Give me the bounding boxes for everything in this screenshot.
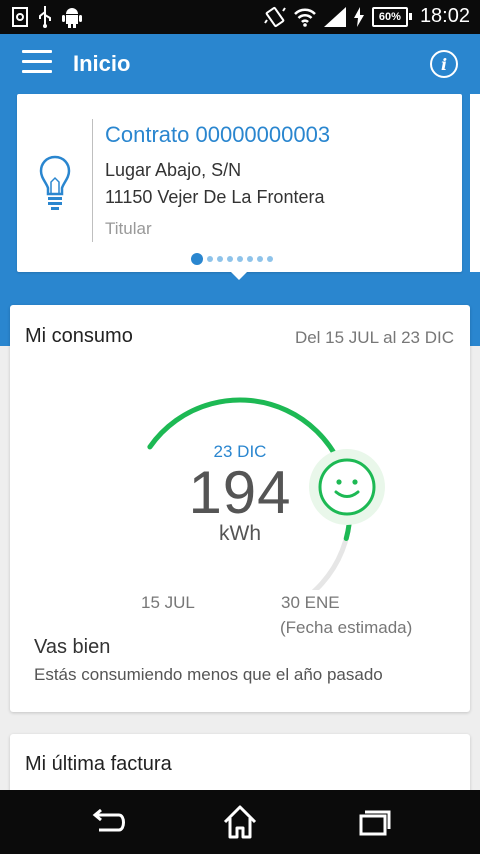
gauge-start-label: 15 JUL — [141, 593, 195, 612]
info-icon[interactable]: i — [430, 50, 458, 78]
wifi-icon — [294, 8, 316, 27]
home-icon[interactable] — [215, 802, 265, 842]
consumption-status-text: Estás consumiendo menos que el año pasad… — [34, 665, 383, 684]
card-divider — [92, 119, 93, 242]
pager-dot[interactable] — [267, 256, 273, 262]
pager-dot[interactable] — [191, 253, 203, 265]
invoice-title[interactable]: Mi última factura — [25, 753, 172, 776]
consumption-title: Mi consumo — [25, 325, 133, 347]
screenshot-icon — [12, 7, 28, 27]
pager-dot[interactable] — [237, 256, 243, 262]
pager-dot[interactable] — [207, 256, 213, 262]
page-title: Inicio — [73, 51, 131, 76]
pager-dot[interactable] — [247, 256, 253, 262]
signal-icon — [323, 6, 346, 27]
contract-title[interactable]: Contrato 00000000003 — [105, 122, 330, 148]
status-bar-left-icons — [12, 6, 82, 28]
contract-pager[interactable] — [191, 253, 273, 265]
recent-apps-icon[interactable] — [348, 802, 398, 842]
status-bar-right-icons: 60% 18:02 — [264, 5, 470, 28]
next-contract-card-edge[interactable] — [470, 94, 480, 272]
gauge-value: 194 — [188, 459, 292, 526]
usb-icon — [39, 6, 51, 28]
contract-address-line2: 11150 Vejer De La Frontera — [105, 187, 325, 207]
gauge-end-label: 30 ENE — [281, 593, 340, 612]
smiley-face-icon — [309, 449, 385, 525]
consumption-range: Del 15 JUL al 23 DIC — [294, 328, 454, 347]
android-icon — [62, 8, 82, 28]
hamburger-menu-icon[interactable] — [22, 50, 52, 74]
contract-card[interactable] — [17, 94, 462, 272]
vibrate-icon — [264, 6, 286, 27]
clock: 18:02 — [419, 5, 470, 27]
pager-dot[interactable] — [227, 256, 233, 262]
pager-dot[interactable] — [217, 256, 223, 262]
gauge-unit: kWh — [219, 522, 261, 545]
card-pointer — [231, 272, 247, 280]
gauge-estimated-label: (Fecha estimada) — [280, 618, 413, 637]
battery-icon: 60% — [371, 6, 412, 27]
pager-dot[interactable] — [257, 256, 263, 262]
contract-role: Titular — [105, 219, 152, 238]
consumption-status-title: Vas bien — [34, 636, 111, 658]
back-icon[interactable] — [83, 802, 133, 842]
contract-address-line1: Lugar Abajo, S/N — [105, 160, 242, 180]
lightbulb-icon — [39, 155, 71, 210]
charging-icon — [353, 6, 364, 27]
battery-level: 60% — [371, 6, 408, 27]
navigation-bar — [0, 790, 480, 854]
app-bar: Inicio i — [0, 34, 480, 96]
status-bar: 60% 18:02 — [0, 0, 480, 34]
